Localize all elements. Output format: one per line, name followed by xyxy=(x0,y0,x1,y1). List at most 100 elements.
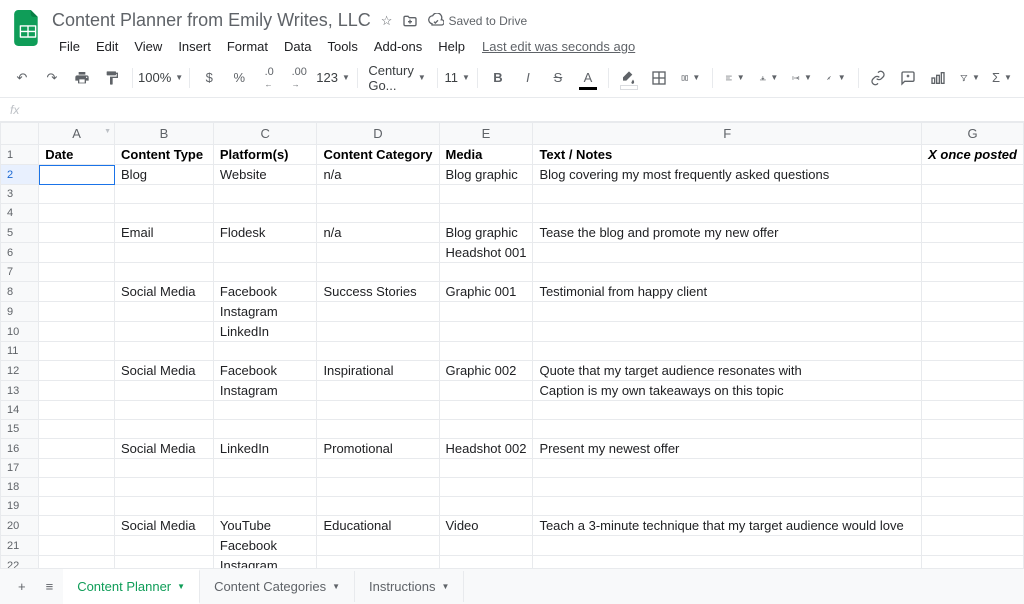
cell-F13[interactable]: Caption is my own takeaways on this topi… xyxy=(533,381,922,401)
cell-C12[interactable]: Facebook xyxy=(213,361,317,381)
row-num-20[interactable]: 20 xyxy=(1,516,39,536)
strike-button[interactable]: S xyxy=(544,64,572,92)
cell-C19[interactable] xyxy=(213,497,317,516)
cell-F7[interactable] xyxy=(533,263,922,282)
zoom-select[interactable]: 100%▼ xyxy=(139,64,183,92)
row-num-22[interactable]: 22 xyxy=(1,556,39,569)
cell-E5[interactable]: Blog graphic xyxy=(439,223,533,243)
tab-content-categories[interactable]: Content Categories▼ xyxy=(200,571,355,602)
row-num-12[interactable]: 12 xyxy=(1,361,39,381)
chart-button[interactable] xyxy=(924,64,952,92)
cell-G20[interactable] xyxy=(922,516,1024,536)
row-num-18[interactable]: 18 xyxy=(1,478,39,497)
cell-F3[interactable] xyxy=(533,185,922,204)
row-num-8[interactable]: 8 xyxy=(1,282,39,302)
cell-A9[interactable] xyxy=(39,302,115,322)
cell-E8[interactable]: Graphic 001 xyxy=(439,282,533,302)
cell-G9[interactable] xyxy=(922,302,1024,322)
cell-B20[interactable]: Social Media xyxy=(115,516,214,536)
cell-F1[interactable]: Text / Notes xyxy=(533,145,922,165)
menu-help[interactable]: Help xyxy=(431,35,472,58)
cell-F10[interactable] xyxy=(533,322,922,342)
cell-E20[interactable]: Video xyxy=(439,516,533,536)
cell-F15[interactable] xyxy=(533,420,922,439)
cell-G7[interactable] xyxy=(922,263,1024,282)
cell-D17[interactable] xyxy=(317,459,439,478)
cell-G22[interactable] xyxy=(922,556,1024,569)
cell-A1[interactable]: Date xyxy=(39,145,115,165)
cell-F12[interactable]: Quote that my target audience resonates … xyxy=(533,361,922,381)
cell-A12[interactable] xyxy=(39,361,115,381)
cell-D20[interactable]: Educational xyxy=(317,516,439,536)
row-num-21[interactable]: 21 xyxy=(1,536,39,556)
cell-C17[interactable] xyxy=(213,459,317,478)
cell-C5[interactable]: Flodesk xyxy=(213,223,317,243)
cell-D3[interactable] xyxy=(317,185,439,204)
fill-color-button[interactable] xyxy=(615,64,643,92)
menu-tools[interactable]: Tools xyxy=(320,35,364,58)
cell-A19[interactable] xyxy=(39,497,115,516)
col-A[interactable]: A▼ xyxy=(39,123,115,145)
valign-button[interactable]: ▼ xyxy=(753,64,785,92)
cell-A6[interactable] xyxy=(39,243,115,263)
cell-F9[interactable] xyxy=(533,302,922,322)
wrap-button[interactable]: ▼ xyxy=(786,64,818,92)
cell-F5[interactable]: Tease the blog and promote my new offer xyxy=(533,223,922,243)
cell-G4[interactable] xyxy=(922,204,1024,223)
cell-B4[interactable] xyxy=(115,204,214,223)
cell-D21[interactable] xyxy=(317,536,439,556)
cell-G2[interactable] xyxy=(922,165,1024,185)
spreadsheet-grid[interactable]: A▼ B C D E F G 1DateContent TypePlatform… xyxy=(0,122,1024,568)
menu-file[interactable]: File xyxy=(52,35,87,58)
cell-B13[interactable] xyxy=(115,381,214,401)
col-C[interactable]: C xyxy=(213,123,317,145)
cell-D12[interactable]: Inspirational xyxy=(317,361,439,381)
cell-D2[interactable]: n/a xyxy=(317,165,439,185)
move-icon[interactable] xyxy=(402,13,418,29)
cell-E7[interactable] xyxy=(439,263,533,282)
cell-C18[interactable] xyxy=(213,478,317,497)
menu-data[interactable]: Data xyxy=(277,35,318,58)
cell-G18[interactable] xyxy=(922,478,1024,497)
cell-G5[interactable] xyxy=(922,223,1024,243)
row-num-1[interactable]: 1 xyxy=(1,145,39,165)
cell-A15[interactable] xyxy=(39,420,115,439)
row-num-10[interactable]: 10 xyxy=(1,322,39,342)
row-num-13[interactable]: 13 xyxy=(1,381,39,401)
row-num-7[interactable]: 7 xyxy=(1,263,39,282)
cell-E4[interactable] xyxy=(439,204,533,223)
cell-A16[interactable] xyxy=(39,439,115,459)
cell-C6[interactable] xyxy=(213,243,317,263)
italic-button[interactable]: I xyxy=(514,64,542,92)
add-sheet-button[interactable]: + xyxy=(8,573,36,600)
cell-B9[interactable] xyxy=(115,302,214,322)
cell-E21[interactable] xyxy=(439,536,533,556)
cell-G12[interactable] xyxy=(922,361,1024,381)
col-B[interactable]: B xyxy=(115,123,214,145)
doc-title[interactable]: Content Planner from Emily Writes, LLC xyxy=(52,10,371,31)
cell-B10[interactable] xyxy=(115,322,214,342)
cell-F16[interactable]: Present my newest offer xyxy=(533,439,922,459)
dec-decimal-button[interactable]: .0← xyxy=(255,64,283,92)
cell-C15[interactable] xyxy=(213,420,317,439)
cell-E13[interactable] xyxy=(439,381,533,401)
menu-insert[interactable]: Insert xyxy=(171,35,218,58)
cell-D7[interactable] xyxy=(317,263,439,282)
col-D[interactable]: D xyxy=(317,123,439,145)
cell-E22[interactable] xyxy=(439,556,533,569)
cell-E15[interactable] xyxy=(439,420,533,439)
cell-D4[interactable] xyxy=(317,204,439,223)
row-num-16[interactable]: 16 xyxy=(1,439,39,459)
cell-G1[interactable]: X once posted xyxy=(922,145,1024,165)
row-num-14[interactable]: 14 xyxy=(1,401,39,420)
cell-D13[interactable] xyxy=(317,381,439,401)
cell-G8[interactable] xyxy=(922,282,1024,302)
cell-C11[interactable] xyxy=(213,342,317,361)
cell-A7[interactable] xyxy=(39,263,115,282)
formula-input[interactable] xyxy=(25,98,1020,121)
row-num-11[interactable]: 11 xyxy=(1,342,39,361)
cell-B1[interactable]: Content Type xyxy=(115,145,214,165)
comment-button[interactable] xyxy=(894,64,922,92)
cell-D1[interactable]: Content Category xyxy=(317,145,439,165)
cell-E2[interactable]: Blog graphic xyxy=(439,165,533,185)
